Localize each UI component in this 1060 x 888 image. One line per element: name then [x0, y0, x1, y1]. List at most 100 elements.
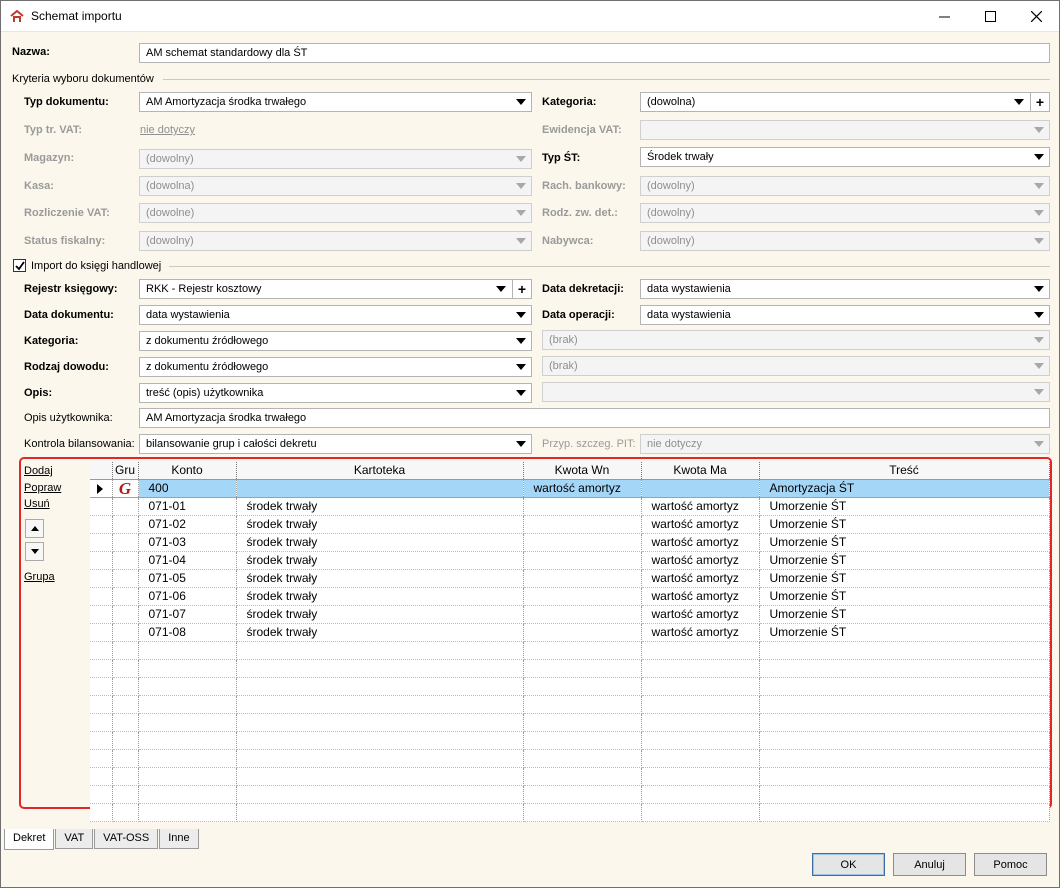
tab-vat[interactable]: VAT — [55, 829, 94, 849]
typ-dokumentu-select[interactable]: AM Amortyzacja środka trwałego — [139, 92, 532, 112]
przyp-pit-select[interactable]: nie dotyczy — [640, 434, 1050, 454]
table-row[interactable]: 071-07 środek trwały wartość amortyz Umo… — [90, 605, 1050, 624]
data-dekretacji-select[interactable]: data wystawienia — [640, 279, 1050, 299]
kwota-ma-cell[interactable]: wartość amortyz — [641, 605, 760, 624]
col-header-kwota-wn[interactable]: Kwota Wn — [523, 462, 642, 480]
maximize-button[interactable] — [967, 1, 1013, 31]
popraw-link[interactable]: Popraw — [24, 482, 61, 494]
nabywca-select[interactable]: (dowolny) — [640, 231, 1050, 251]
tresc-cell[interactable]: Umorzenie ŚT — [759, 569, 1050, 588]
kwota-wn-cell[interactable] — [523, 515, 642, 534]
rodz-zw-det-select[interactable]: (dowolny) — [640, 203, 1050, 223]
kartoteka-cell[interactable]: środek trwały — [236, 605, 524, 624]
usun-link[interactable]: Usuń — [24, 498, 50, 510]
kwota-ma-cell[interactable]: wartość amortyz — [641, 515, 760, 534]
table-row[interactable]: 071-02 środek trwały wartość amortyz Umo… — [90, 515, 1050, 534]
konto-cell[interactable]: 071-05 — [138, 569, 237, 588]
anuluj-button[interactable]: Anuluj — [893, 853, 966, 876]
tresc-cell[interactable]: Umorzenie ŚT — [759, 623, 1050, 642]
kategoria-select[interactable]: (dowolna) + — [640, 92, 1050, 112]
tresc-cell[interactable]: Umorzenie ŚT — [759, 515, 1050, 534]
add-kategoria-button[interactable]: + — [1030, 93, 1049, 111]
kwota-wn-cell[interactable] — [523, 623, 642, 642]
nazwa-input[interactable]: AM schemat standardowy dla ŚT — [139, 43, 1050, 63]
grupa-link[interactable]: Grupa — [24, 571, 55, 583]
tresc-cell[interactable]: Umorzenie ŚT — [759, 551, 1050, 570]
kasa-select[interactable]: (dowolna) — [139, 176, 532, 196]
kwota-ma-cell[interactable] — [641, 478, 760, 498]
import-checkbox[interactable] — [13, 259, 26, 272]
konto-cell[interactable]: 071-06 — [138, 587, 237, 606]
col-header-kartoteka[interactable]: Kartoteka — [236, 462, 524, 480]
ok-button[interactable]: OK — [812, 853, 885, 876]
table-row[interactable]: 071-05 środek trwały wartość amortyz Umo… — [90, 569, 1050, 588]
table-row[interactable]: 071-04 środek trwały wartość amortyz Umo… — [90, 551, 1050, 570]
kartoteka-cell[interactable]: środek trwały — [236, 569, 524, 588]
opis-right-select[interactable] — [542, 382, 1050, 402]
kartoteka-cell[interactable]: środek trwały — [236, 533, 524, 552]
table-row[interactable]: 071-06 środek trwały wartość amortyz Umo… — [90, 587, 1050, 606]
tresc-cell[interactable]: Umorzenie ŚT — [759, 533, 1050, 552]
col-header-tresc[interactable]: Treść — [759, 462, 1050, 480]
kwota-ma-cell[interactable]: wartość amortyz — [641, 551, 760, 570]
table-row[interactable]: 071-01 środek trwały wartość amortyz Umo… — [90, 497, 1050, 516]
kwota-ma-cell[interactable]: wartość amortyz — [641, 497, 760, 516]
kartoteka-cell[interactable]: środek trwały — [236, 623, 524, 642]
import-kategoria-select[interactable]: z dokumentu źródłowego — [139, 331, 532, 351]
move-up-button[interactable] — [25, 519, 44, 538]
kartoteka-cell[interactable] — [236, 478, 524, 498]
tresc-cell[interactable]: Umorzenie ŚT — [759, 497, 1050, 516]
tresc-cell[interactable]: Amortyzacja ŚT — [759, 478, 1050, 498]
close-button[interactable] — [1013, 1, 1059, 31]
kwota-wn-cell[interactable] — [523, 569, 642, 588]
col-header-kwota-ma[interactable]: Kwota Ma — [641, 462, 760, 480]
kwota-wn-cell[interactable] — [523, 533, 642, 552]
kwota-wn-cell[interactable]: wartość amortyz — [523, 478, 642, 498]
kartoteka-cell[interactable]: środek trwały — [236, 497, 524, 516]
rodzaj-dowodu-right-select[interactable]: (brak) — [542, 356, 1050, 376]
rodzaj-dowodu-select[interactable]: z dokumentu źródłowego — [139, 357, 532, 377]
rejestr-select[interactable]: RKK - Rejestr kosztowy + — [139, 279, 532, 299]
kartoteka-cell[interactable]: środek trwały — [236, 551, 524, 570]
col-header-konto[interactable]: Konto — [138, 462, 237, 480]
import-checkbox-label[interactable]: Import do księgi handlowej — [31, 260, 161, 272]
kwota-ma-cell[interactable]: wartość amortyz — [641, 623, 760, 642]
tab-vat-oss[interactable]: VAT-OSS — [94, 829, 159, 849]
table-row[interactable]: G 400 wartość amortyz Amortyzacja ŚT — [90, 478, 1050, 498]
konto-cell[interactable]: 400 — [138, 478, 237, 498]
data-dokumentu-select[interactable]: data wystawienia — [139, 305, 532, 325]
dodaj-link[interactable]: Dodaj — [24, 465, 53, 477]
konto-cell[interactable]: 071-04 — [138, 551, 237, 570]
kartoteka-cell[interactable]: środek trwały — [236, 515, 524, 534]
konto-cell[interactable]: 071-03 — [138, 533, 237, 552]
table-row[interactable]: 071-03 środek trwały wartość amortyz Umo… — [90, 533, 1050, 552]
kwota-wn-cell[interactable] — [523, 605, 642, 624]
tab-dekret[interactable]: Dekret — [4, 829, 55, 850]
kartoteka-cell[interactable]: środek trwały — [236, 587, 524, 606]
konto-cell[interactable]: 071-08 — [138, 623, 237, 642]
import-kategoria-right-select[interactable]: (brak) — [542, 330, 1050, 350]
tresc-cell[interactable]: Umorzenie ŚT — [759, 587, 1050, 606]
kwota-wn-cell[interactable] — [523, 587, 642, 606]
typ-st-select[interactable]: Środek trwały — [640, 147, 1050, 167]
status-fiskalny-select[interactable]: (dowolny) — [139, 231, 532, 251]
kwota-ma-cell[interactable]: wartość amortyz — [641, 569, 760, 588]
rach-bankowy-select[interactable]: (dowolny) — [640, 176, 1050, 196]
kwota-ma-cell[interactable]: wartość amortyz — [641, 533, 760, 552]
magazyn-select[interactable]: (dowolny) — [139, 149, 532, 169]
kwota-ma-cell[interactable]: wartość amortyz — [641, 587, 760, 606]
tab-inne[interactable]: Inne — [159, 829, 199, 849]
add-rejestr-button[interactable]: + — [512, 280, 531, 298]
move-down-button[interactable] — [25, 542, 44, 561]
konto-cell[interactable]: 071-02 — [138, 515, 237, 534]
kwota-wn-cell[interactable] — [523, 551, 642, 570]
minimize-button[interactable] — [921, 1, 967, 31]
konto-cell[interactable]: 071-01 — [138, 497, 237, 516]
pomoc-button[interactable]: Pomoc — [974, 853, 1047, 876]
data-operacji-select[interactable]: data wystawienia — [640, 305, 1050, 325]
konto-cell[interactable]: 071-07 — [138, 605, 237, 624]
opis-uzytkownika-input[interactable]: AM Amortyzacja środka trwałego — [139, 408, 1050, 428]
opis-select[interactable]: treść (opis) użytkownika — [139, 383, 532, 403]
rozliczenie-vat-select[interactable]: (dowolne) — [139, 203, 532, 223]
ewidencja-vat-select[interactable] — [640, 120, 1050, 140]
